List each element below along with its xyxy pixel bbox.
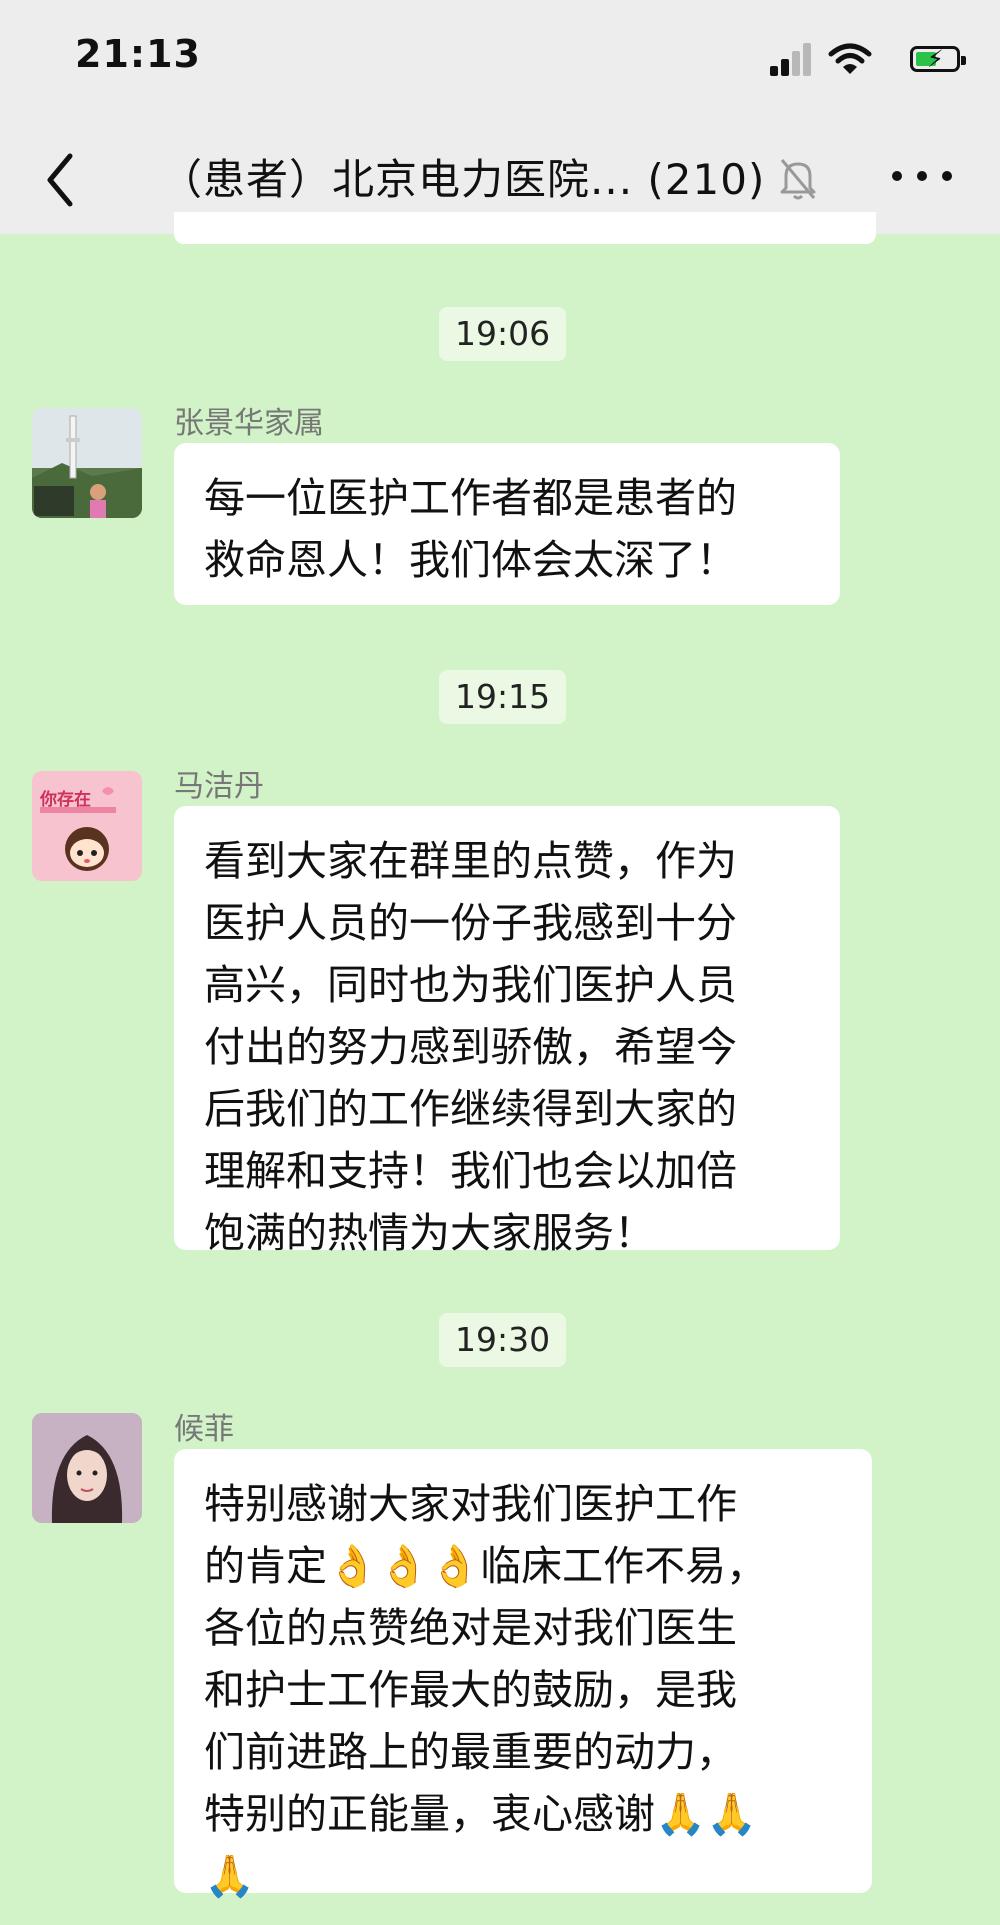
message-line: 看到大家在群里的点赞，作为	[204, 837, 737, 885]
back-chevron-icon[interactable]	[40, 150, 80, 210]
muted-bell-icon	[780, 159, 816, 200]
message-bubble[interactable]: 每一位医护工作者都是患者的 救命恩人！我们体会太深了！	[174, 443, 840, 605]
avatar-cartoon-girl-icon	[40, 787, 116, 871]
avatar[interactable]	[32, 408, 142, 518]
avatar-portrait-photo-icon	[32, 1413, 142, 1523]
more-dots-icon[interactable]	[892, 166, 952, 186]
message-line: 每一位医护工作者都是患者的	[204, 474, 737, 522]
avatar[interactable]	[32, 1413, 142, 1523]
message-line: 和护士工作最大的鼓励，是我	[204, 1666, 737, 1714]
sender-name: 马洁丹	[174, 769, 264, 804]
message-bubble[interactable]: 特别感谢大家对我们医护工作 的肯定👌👌👌临床工作不易， 各位的点赞绝对是对我们医…	[174, 1449, 872, 1900]
avatar-photo-tower-icon	[32, 408, 142, 518]
sender-name: 张景华家属	[174, 406, 324, 441]
battery-charging-icon: ⚡	[910, 46, 966, 72]
wifi-icon	[828, 43, 872, 74]
top-bar: 21:13 ⚡ （患者）北京电力医院... (210)	[0, 0, 1000, 234]
message-line: 救命恩人！我们体会太深了！	[204, 536, 737, 584]
message-line: 各位的点赞绝对是对我们医生	[204, 1604, 737, 1652]
message-line: 高兴，同时也为我们医护人员	[204, 961, 737, 1009]
chat-title: （患者）北京电力医院... (210)	[160, 155, 766, 204]
status-time: 21:13	[75, 32, 201, 76]
timestamp-pill: 19:15	[439, 670, 567, 724]
message-line: 的肯定👌👌👌临床工作不易，	[204, 1542, 768, 1590]
cellular-signal-icon	[770, 42, 814, 76]
timestamp-pill: 19:06	[439, 307, 567, 361]
previous-message-bubble-edge	[174, 212, 876, 244]
sender-name: 候菲	[174, 1412, 234, 1447]
message-line: 特别感谢大家对我们医护工作	[204, 1480, 737, 1528]
avatar[interactable]: 你存在	[32, 771, 142, 881]
message-bubble[interactable]: 看到大家在群里的点赞，作为 医护人员的一份子我感到十分 高兴，同时也为我们医护人…	[174, 806, 840, 1257]
message-line: 医护人员的一份子我感到十分	[204, 899, 737, 947]
message-line: 特别的正能量，衷心感谢🙏🙏	[204, 1790, 758, 1838]
message-line: 🙏	[204, 1852, 256, 1900]
timestamp-pill: 19:30	[439, 1313, 567, 1367]
status-icons: ⚡	[770, 42, 966, 78]
message-line: 们前进路上的最重要的动力，	[204, 1728, 737, 1776]
message-line: 付出的努力感到骄傲，希望今	[204, 1023, 737, 1071]
message-line: 理解和支持！我们也会以加倍	[204, 1147, 737, 1195]
message-line: 后我们的工作继续得到大家的	[204, 1085, 737, 1133]
message-line: 饱满的热情为大家服务！	[204, 1209, 655, 1257]
